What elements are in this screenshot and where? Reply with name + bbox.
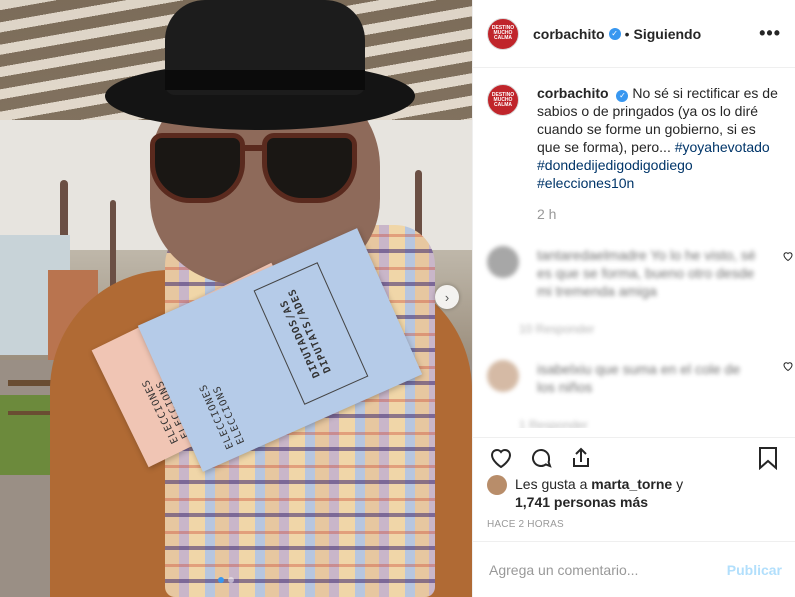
chevron-right-icon: › — [444, 289, 450, 305]
comment-like-heart-icon[interactable] — [782, 250, 794, 262]
comment-meta[interactable]: 10 Responder — [519, 322, 757, 336]
comment-text: isabelxiu que suma en el cole de los niñ… — [537, 361, 741, 395]
comment-item: tantaredaelmadre Yo lo he visto, sé es q… — [487, 246, 781, 336]
post-timestamp[interactable]: HACE 2 HORAS — [487, 519, 564, 530]
envelope-blue-text: ELECCIONES ELECCIONS — [197, 381, 248, 451]
comment-item: isabelxiu que suma en el cole de los niñ… — [487, 360, 781, 428]
next-photo-button[interactable]: › — [435, 285, 459, 309]
add-comment-bar: Publicar — [473, 541, 795, 597]
sunglasses — [150, 125, 360, 205]
caption-avatar[interactable]: DESTINO MUCHO CALMA — [487, 84, 519, 116]
comments-section: DESTINO MUCHO CALMA corbachito ✓ No sé s… — [473, 68, 795, 428]
bookmark-icon[interactable] — [754, 444, 782, 472]
carousel-indicator — [218, 577, 234, 583]
avatar-text: DESTINO MUCHO CALMA — [491, 25, 515, 41]
avatar-text: DESTINO MUCHO CALMA — [491, 91, 515, 108]
likes-prefix: Les gusta a — [515, 476, 592, 492]
hat-band — [165, 70, 365, 90]
comment-text: tantaredaelmadre Yo lo he visto, sé es q… — [537, 247, 756, 299]
caption-time: 2 h — [537, 206, 557, 222]
more-options-icon[interactable]: ••• — [759, 23, 781, 44]
post-header: DESTINO MUCHO CALMA corbachito ✓ • Sigui… — [473, 0, 795, 68]
likes-mid: y — [672, 476, 684, 492]
commenter-avatar[interactable] — [487, 246, 519, 278]
publish-button[interactable]: Publicar — [727, 562, 782, 578]
comment-input[interactable] — [489, 561, 727, 578]
action-bar — [473, 437, 795, 477]
right-lens — [262, 133, 357, 203]
heart-icon[interactable] — [487, 444, 515, 472]
separator-dot: • — [624, 25, 630, 42]
hashtag-link[interactable]: #yoyahevotado — [675, 139, 770, 155]
caption-username[interactable]: corbachito — [537, 85, 609, 101]
comment-like-heart-icon[interactable] — [782, 360, 794, 372]
verified-badge-icon: ✓ — [608, 27, 621, 40]
hashtag-link[interactable]: #dondedijedigodigodiego — [537, 157, 693, 173]
comment-icon[interactable] — [527, 444, 555, 472]
comment-meta[interactable]: 1 Responder — [519, 418, 757, 428]
post-panel: DESTINO MUCHO CALMA corbachito ✓ • Sigui… — [472, 0, 795, 597]
caption: DESTINO MUCHO CALMA corbachito ✓ No sé s… — [487, 84, 781, 192]
avatar[interactable]: DESTINO MUCHO CALMA — [487, 17, 519, 50]
post-photo[interactable]: ELECCIONES ELECCIONS ELECCIONES ELECCION… — [0, 0, 472, 597]
carousel-dot — [228, 577, 234, 583]
liker-avatar[interactable] — [487, 475, 507, 495]
commenter-avatar[interactable] — [487, 360, 519, 392]
username-link[interactable]: corbachito — [533, 26, 605, 42]
following-button[interactable]: Siguiendo — [633, 26, 701, 42]
verified-badge-icon: ✓ — [616, 90, 629, 102]
likes-summary: Les gusta a marta_torne y 1,741 personas… — [487, 475, 683, 511]
likes-count[interactable]: 1,741 personas más — [515, 494, 648, 510]
liker-username[interactable]: marta_torne — [591, 476, 672, 492]
left-lens — [150, 133, 245, 203]
share-icon[interactable] — [567, 444, 595, 472]
caption-text: corbachito ✓ No sé si rectificar es de s… — [537, 84, 781, 192]
carousel-dot-active — [218, 577, 224, 583]
hashtag-link[interactable]: #elecciones10n — [537, 175, 634, 191]
